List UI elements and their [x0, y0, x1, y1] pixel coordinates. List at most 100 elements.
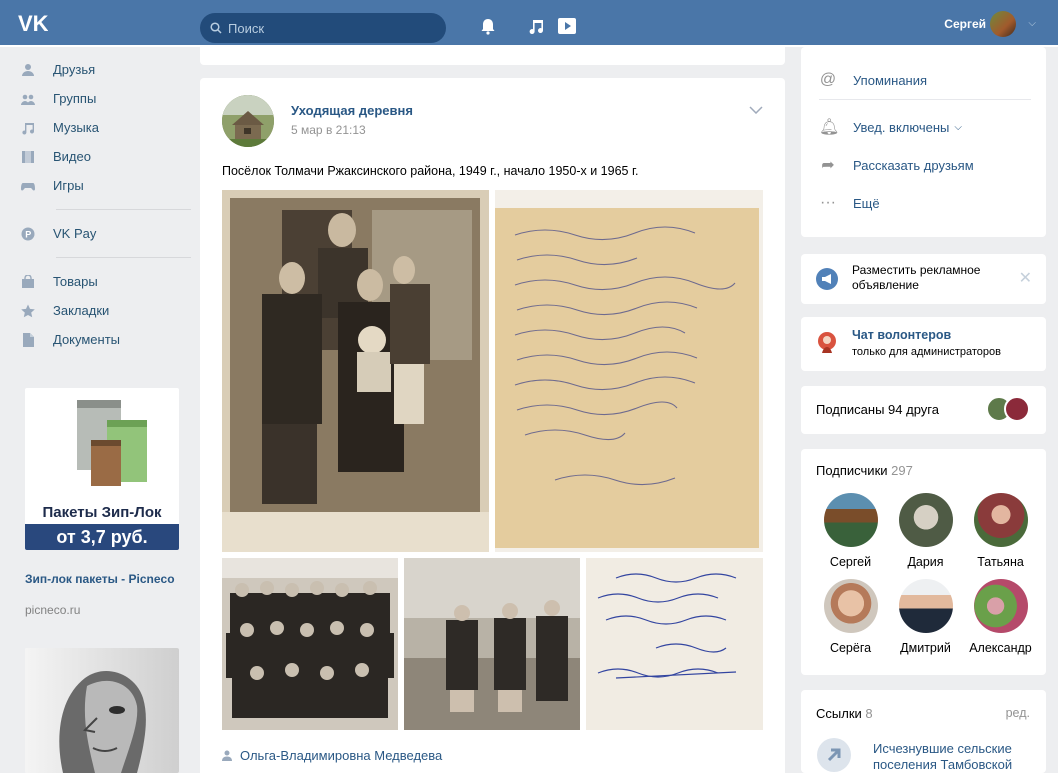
subscriber-name: Дмитрий [900, 641, 951, 655]
at-sign-icon: @ [819, 71, 837, 88]
mentions-label: Упоминания [853, 72, 928, 88]
nav-item-documents[interactable]: Документы [21, 325, 191, 354]
group-photo-image [222, 558, 398, 730]
music-note-icon[interactable] [527, 16, 547, 36]
signer-name: Ольга-Владимировна Медведева [240, 748, 443, 763]
share-link[interactable]: ➦ Рассказать друзьям [801, 146, 1046, 184]
subscriber-item[interactable]: Дмитрий [888, 579, 963, 655]
nav-label: Закладки [53, 303, 110, 318]
vkpay-icon: P [21, 227, 35, 240]
mentions-link[interactable]: @ Упоминания [801, 61, 1046, 99]
document-icon [23, 332, 34, 347]
nav-item-bookmarks[interactable]: Закладки [21, 296, 191, 325]
games-icon [21, 182, 35, 190]
post-date[interactable]: 5 мар в 21:13 [291, 123, 366, 137]
nav-label: Видео [53, 149, 91, 164]
external-link-icon [817, 738, 851, 772]
subscriber-avatar [823, 579, 878, 633]
vk-logo-icon[interactable]: VK [18, 10, 48, 36]
chevron-down-icon[interactable]: ⌵ [1028, 18, 1036, 29]
subscriber-name: Сергей [829, 555, 872, 569]
family-photo-image [222, 190, 489, 552]
ad-banner-ziplock[interactable]: Пакеты Зип-Лок от 3,7 руб. [25, 388, 179, 550]
search-input[interactable]: Поиск [200, 13, 446, 43]
friends-subscribed-label: Подписаны 94 друга [816, 402, 939, 417]
post-photo-family[interactable] [222, 190, 489, 552]
subscriber-avatar [898, 579, 953, 633]
top-header: VK Поиск Сергей ⌵ [0, 0, 1058, 47]
subscribers-header[interactable]: Подписчики 297 [816, 463, 913, 478]
user-name[interactable]: Сергей [944, 17, 986, 31]
subscriber-item[interactable]: Александр [963, 579, 1038, 655]
close-icon[interactable]: ✕ [1019, 268, 1032, 288]
bell-icon[interactable] [478, 16, 498, 36]
nav-item-groups[interactable]: Группы [21, 84, 191, 113]
more-label: Ещё [853, 195, 880, 211]
post-author-avatar[interactable] [222, 95, 274, 147]
friends-subscribed-card[interactable]: Подписаны 94 друга [801, 386, 1046, 434]
video-icon [22, 150, 34, 163]
previous-post-bottom [200, 47, 785, 65]
nav-item-music[interactable]: Музыка [21, 113, 191, 142]
groups-icon [21, 94, 35, 105]
friends-icon [22, 63, 34, 76]
nav-item-goods[interactable]: Товары [21, 267, 191, 296]
post-photo-note[interactable] [495, 190, 763, 552]
chat-avatar-icon [818, 332, 836, 353]
links-count: 8 [865, 706, 873, 721]
ad-banner-face[interactable] [25, 648, 179, 773]
handwritten-note-image [495, 190, 763, 552]
nav-item-video[interactable]: Видео [21, 142, 191, 171]
subscriber-item[interactable]: Дария [888, 493, 963, 569]
search-icon [210, 22, 222, 34]
play-icon[interactable] [557, 16, 577, 36]
subscriber-item[interactable]: Сергей [813, 493, 888, 569]
subscriber-item[interactable]: Татьяна [963, 493, 1038, 569]
nav-label: Документы [53, 332, 121, 347]
volunteer-chat-title: Чат волонтеров [852, 328, 952, 342]
links-edit-link[interactable]: ред. [1006, 706, 1030, 720]
links-header[interactable]: Ссылки 8 [816, 706, 873, 721]
music-icon [22, 122, 35, 135]
post-photo-three-women[interactable] [404, 558, 580, 730]
left-navigation: Друзья Группы Музыка Видео Игры P VK Pay… [21, 55, 191, 354]
wall-post: Уходящая деревня 5 мар в 21:13 Посёлок Т… [200, 78, 785, 773]
header-avatar[interactable] [990, 11, 1016, 37]
subscriber-name: Дария [907, 555, 944, 569]
nav-item-vkpay[interactable]: P VK Pay [21, 219, 191, 248]
subscribers-grid: Сергей Дария Татьяна Серёга Дмитрий Алек… [813, 493, 1038, 655]
ad-title-link[interactable]: Зип-лок пакеты - Picneco [25, 572, 179, 586]
post-photo-signatures[interactable] [586, 558, 763, 730]
nav-label: Друзья [53, 62, 96, 77]
nav-item-games[interactable]: Игры [21, 171, 191, 200]
bell-outline-icon: 🔔︎ [819, 119, 840, 136]
community-actions-card: @ Упоминания 🔔︎ Увед. включены ⌵ ➦ Расск… [801, 47, 1046, 237]
notifications-label: Увед. включены [853, 119, 950, 135]
volunteer-chat-card[interactable]: Чат волонтеров только для администраторо… [801, 317, 1046, 371]
dots-icon: ··· [820, 194, 836, 211]
post-photo-group[interactable] [222, 558, 398, 730]
post-text: Посёлок Толмачи Ржаксинского района, 194… [222, 164, 639, 178]
subscriber-name: Серёга [829, 641, 872, 655]
subscriber-item[interactable]: Серёга [813, 579, 888, 655]
more-link[interactable]: ··· Ещё [801, 184, 1046, 222]
goods-icon [22, 274, 34, 288]
ad-banner-price: от 3,7 руб. [25, 524, 179, 550]
subscriber-name: Александр [969, 641, 1032, 655]
nav-item-friends[interactable]: Друзья [21, 55, 191, 84]
nav-divider [56, 257, 191, 258]
subscriber-avatar [973, 579, 1028, 633]
svg-text:VK: VK [18, 11, 48, 36]
subscribers-count: 297 [891, 463, 913, 478]
ad-banner-headline: Пакеты Зип-Лок [42, 504, 162, 521]
subscriber-avatar [898, 493, 953, 547]
chevron-down-icon[interactable] [749, 106, 763, 114]
nav-label: Игры [53, 178, 84, 193]
subscriber-avatar [973, 493, 1028, 547]
notifications-toggle[interactable]: 🔔︎ Увед. включены ⌵ [801, 108, 1046, 146]
place-ad-card[interactable]: Разместить рекламное объявление ✕ [801, 254, 1046, 304]
link-item-title[interactable]: Исчезнувшие сельские поселения Тамбовско… [873, 741, 1033, 773]
post-signer[interactable]: Ольга-Владимировна Медведева [222, 748, 442, 763]
nav-label: Товары [53, 274, 98, 289]
post-author-link[interactable]: Уходящая деревня [291, 103, 413, 118]
